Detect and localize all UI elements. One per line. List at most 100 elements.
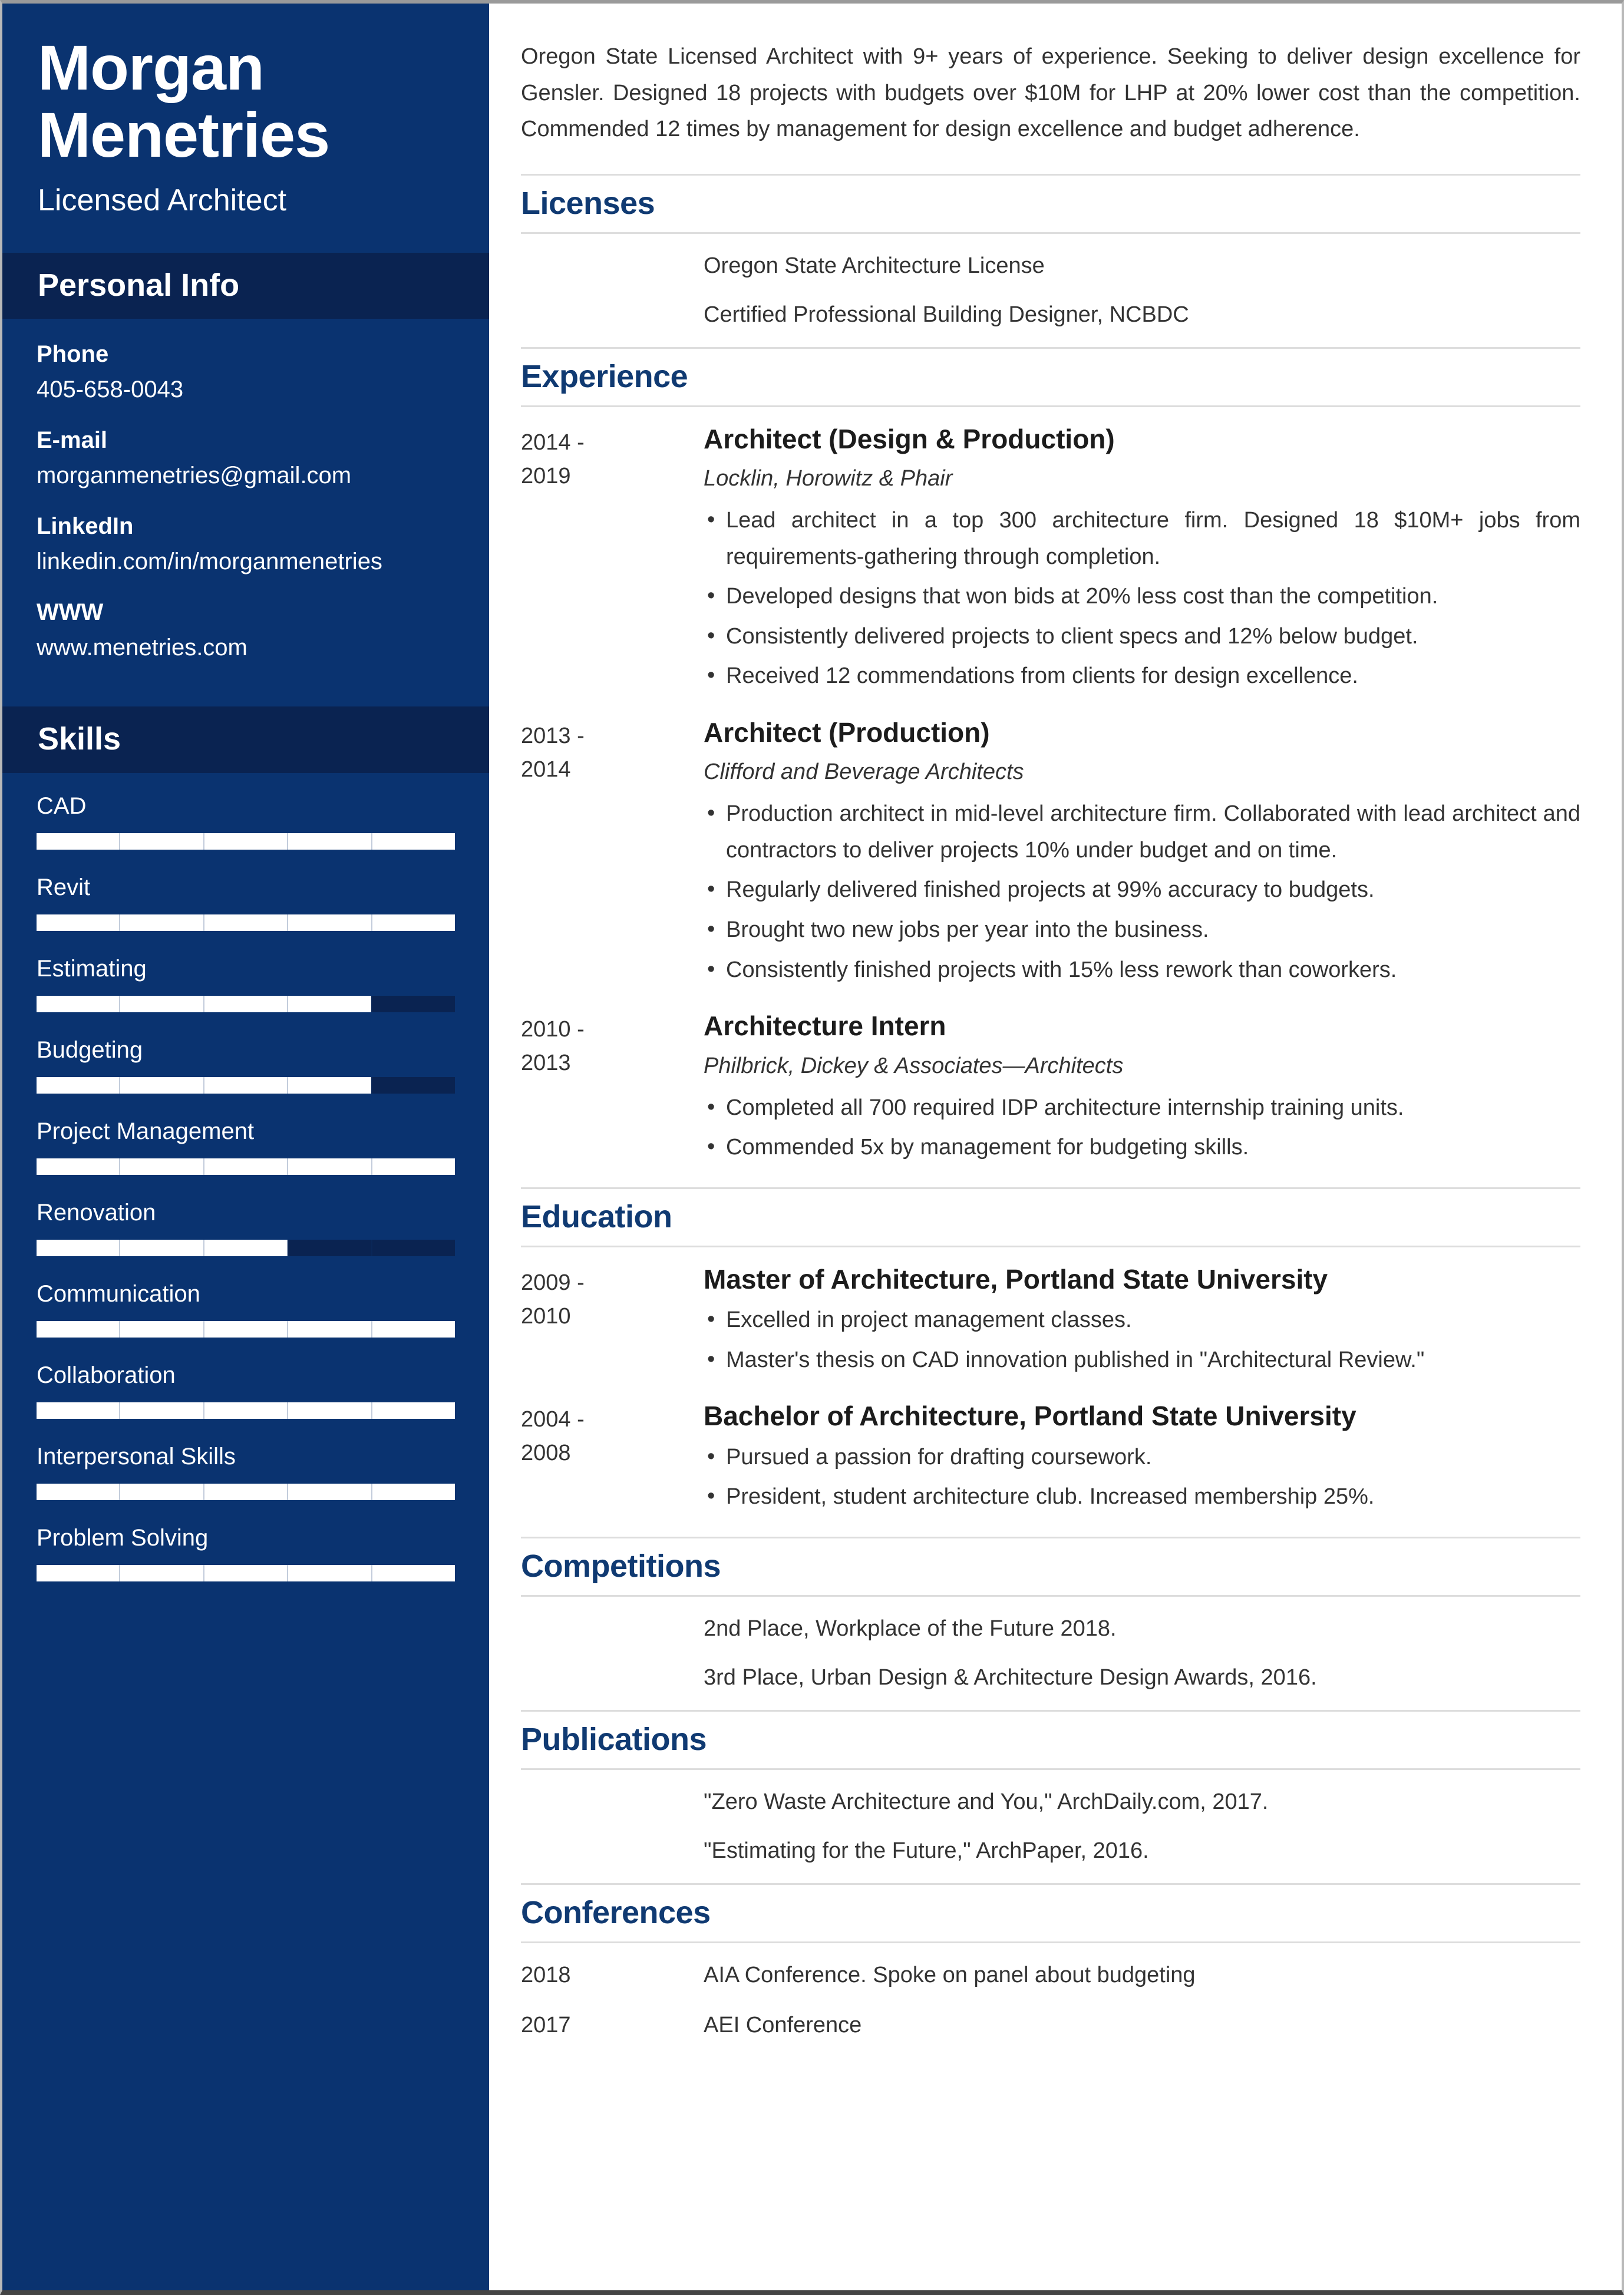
bullet-item: Excelled in project management classes. [704,1302,1580,1339]
skill-item: Renovation [37,1197,455,1256]
experience-company: Locklin, Horowitz & Phair [704,466,953,491]
bullet-item: Consistently finished projects with 15% … [704,952,1580,989]
conference-text: AIA Conference. Spoke on panel about bud… [704,1962,1196,1987]
publication-text: "Estimating for the Future," ArchPaper, … [704,1838,1149,1863]
experience-job-title: Architect (Production) [704,716,990,748]
section-conferences: Conferences 2018 AIA Conference. Spoke o… [521,1883,1580,2042]
contact-value-email[interactable]: morganmenetries@gmail.com [37,460,455,491]
skill-bar-track [37,995,455,1012]
experience-dates: 2013 - 2014 [521,723,585,782]
section-heading-publications: Publications [521,1709,1580,1770]
skill-label: Project Management [37,1118,255,1144]
contact-value-www[interactable]: www.menetries.com [37,632,455,663]
experience-dates: 2014 - 2019 [521,430,585,488]
license-text: Oregon State Architecture License [704,253,1045,278]
skill-bar-ticks [37,1076,455,1094]
skill-bar-track [37,914,455,931]
skill-bar-ticks [37,1564,455,1581]
skill-bar-track [37,1158,455,1175]
skill-item: Problem Solving [37,1523,455,1581]
skill-label: Problem Solving [37,1524,209,1551]
skills-list: CAD Revit Estimating Budgeting Project M… [2,773,489,1639]
experience-body: Architect (Design & Production) Locklin,… [704,422,1580,698]
education-body: Bachelor of Architecture, Portland State… [704,1399,1580,1519]
skill-bar-ticks [37,914,455,931]
contact-item-www: WWW www.menetries.com [37,597,455,663]
sidebar-header: Morgan Menetries Licensed Architect [2,4,489,253]
contact-value-phone[interactable]: 405-658-0043 [37,374,455,405]
skill-item: Interpersonal Skills [37,1441,455,1500]
bullet-item: Lead architect in a top 300 architecture… [704,502,1580,575]
skill-bar-ticks [37,1320,455,1338]
skill-bar-ticks [37,833,455,850]
skill-bar-track [37,833,455,850]
skill-item: Estimating [37,953,455,1012]
bullet-item: Commended 5x by management for budgeting… [704,1129,1580,1166]
contact-value-linkedin[interactable]: linkedin.com/in/morganmenetries [37,546,455,577]
skill-bar-ticks [37,1239,455,1256]
conference-text: AEI Conference [704,2012,862,2038]
publication-row: "Estimating for the Future," ArchPaper, … [521,1834,1580,1868]
section-education: Education 2009 - 2010 Master of Architec… [521,1187,1580,1519]
professional-summary: Oregon State Licensed Architect with 9+ … [521,44,1580,142]
skill-label: Collaboration [37,1362,176,1388]
skill-label: Revit [37,874,91,900]
skill-item: Collaboration [37,1360,455,1419]
skill-item: Budgeting [37,1035,455,1094]
contact-item-linkedin: LinkedIn linkedin.com/in/morganmenetries [37,511,455,577]
conference-row: 2017 AEI Conference [521,2009,1580,2042]
conference-row: 2018 AIA Conference. Spoke on panel abou… [521,1959,1580,1992]
skill-item: Revit [37,872,455,931]
education-entry: 2009 - 2010 Master of Architecture, Port… [521,1263,1580,1382]
bullet-item: Master's thesis on CAD innovation publis… [704,1342,1580,1379]
main-content: Oregon State Licensed Architect with 9+ … [489,4,1622,2290]
skill-label: Estimating [37,955,147,982]
skill-bar-track [37,1483,455,1500]
skill-bar-track [37,1564,455,1581]
education-bullets: Excelled in project management classes. … [704,1302,1580,1378]
bullet-item: Completed all 700 required IDP architect… [704,1089,1580,1127]
education-dates: 2004 - 2008 [521,1407,585,1466]
contact-label: Phone [37,341,109,368]
contact-label: E-mail [37,427,108,454]
skill-bar-ticks [37,1158,455,1175]
resume-page: Morgan Menetries Licensed Architect Pers… [0,0,1624,2295]
skill-label: Budgeting [37,1036,143,1063]
contact-item-phone: Phone 405-658-0043 [37,339,455,405]
contact-label: LinkedIn [37,513,134,540]
contact-item-email: E-mail morganmenetries@gmail.com [37,425,455,491]
experience-bullets: Production architect in mid-level archit… [704,795,1580,989]
competition-text: 3rd Place, Urban Design & Architecture D… [704,1665,1317,1690]
contact-label: WWW [37,599,104,626]
skills-heading: Skills [38,721,121,757]
bullet-item: Developed designs that won bids at 20% l… [704,578,1580,615]
license-text: Certified Professional Building Designer… [704,302,1189,327]
skill-label: Renovation [37,1199,156,1226]
conference-year: 2018 [521,1962,571,1987]
skill-bar-ticks [37,1483,455,1500]
experience-company: Philbrick, Dickey & Associates—Architect… [704,1053,1124,1078]
section-heading-competitions: Competitions [521,1536,1580,1597]
experience-entry: 2014 - 2019 Architect (Design & Producti… [521,422,1580,698]
competition-text: 2nd Place, Workplace of the Future 2018. [704,1616,1117,1641]
section-heading-conferences: Conferences [521,1883,1580,1943]
publication-row: "Zero Waste Architecture and You," ArchD… [521,1785,1580,1819]
bullet-item: Brought two new jobs per year into the b… [704,912,1580,949]
skill-item: CAD [37,791,455,850]
section-heading-experience: Experience [521,346,1580,407]
skill-bar-ticks [37,995,455,1012]
personal-info-heading-band: Personal Info [2,253,489,319]
skill-item: Communication [37,1279,455,1338]
experience-job-title: Architecture Intern [704,1011,946,1042]
sidebar: Morgan Menetries Licensed Architect Pers… [2,4,489,2290]
experience-bullets: Lead architect in a top 300 architecture… [704,502,1580,695]
bullet-item: Consistently delivered projects to clien… [704,618,1580,655]
skill-label: Interpersonal Skills [37,1443,236,1470]
experience-job-title: Architect (Design & Production) [704,423,1115,454]
skill-label: Communication [37,1280,200,1307]
